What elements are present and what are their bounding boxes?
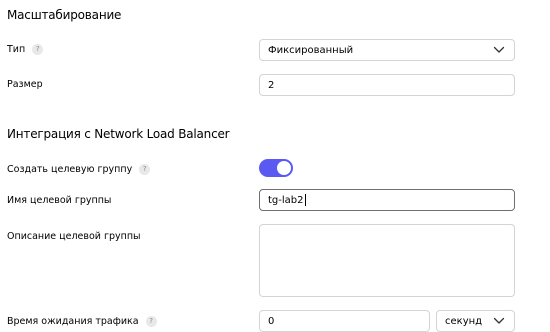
group-name-label: Имя целевой группы: [7, 194, 112, 206]
traffic-wait-value: 0: [268, 315, 275, 327]
traffic-wait-label: Время ожидания трафика: [7, 315, 139, 327]
type-select-value: Фиксированный: [268, 44, 354, 56]
group-desc-textarea[interactable]: [259, 224, 515, 297]
group-desc-row-label: Описание целевой группы: [7, 229, 141, 243]
create-group-toggle[interactable]: [259, 159, 293, 177]
traffic-wait-input[interactable]: 0: [259, 310, 430, 332]
group-name-value: tg-lab2: [268, 194, 304, 206]
create-group-row-label: Создать целевую группу ?: [7, 162, 151, 176]
create-group-label: Создать целевую группу: [7, 163, 133, 175]
traffic-wait-row-label: Время ожидания трафика ?: [7, 314, 157, 328]
size-input[interactable]: 2: [259, 74, 515, 96]
size-input-value: 2: [268, 79, 275, 91]
toggle-knob: [277, 161, 291, 175]
size-label: Размер: [7, 78, 43, 90]
group-name-row-label: Имя целевой группы: [7, 193, 111, 207]
type-label: Тип: [7, 43, 26, 55]
group-name-input[interactable]: tg-lab2: [259, 189, 515, 211]
help-icon[interactable]: ?: [145, 315, 157, 327]
text-cursor: [304, 194, 306, 206]
help-icon[interactable]: ?: [32, 43, 44, 55]
help-icon[interactable]: ?: [139, 163, 151, 175]
nlb-section-title: Интеграция с Network Load Balancer: [7, 127, 230, 141]
traffic-wait-unit-select[interactable]: секунд: [436, 310, 515, 332]
group-desc-label: Описание целевой группы: [7, 230, 141, 242]
chevron-down-icon: [493, 317, 505, 324]
chevron-down-icon: [493, 46, 505, 53]
traffic-wait-unit-value: секунд: [445, 315, 483, 327]
size-row-label: Размер: [7, 77, 43, 91]
type-row-label: Тип ?: [7, 42, 44, 56]
type-select[interactable]: Фиксированный: [259, 39, 515, 61]
scaling-section-title: Масштабирование: [7, 8, 122, 22]
